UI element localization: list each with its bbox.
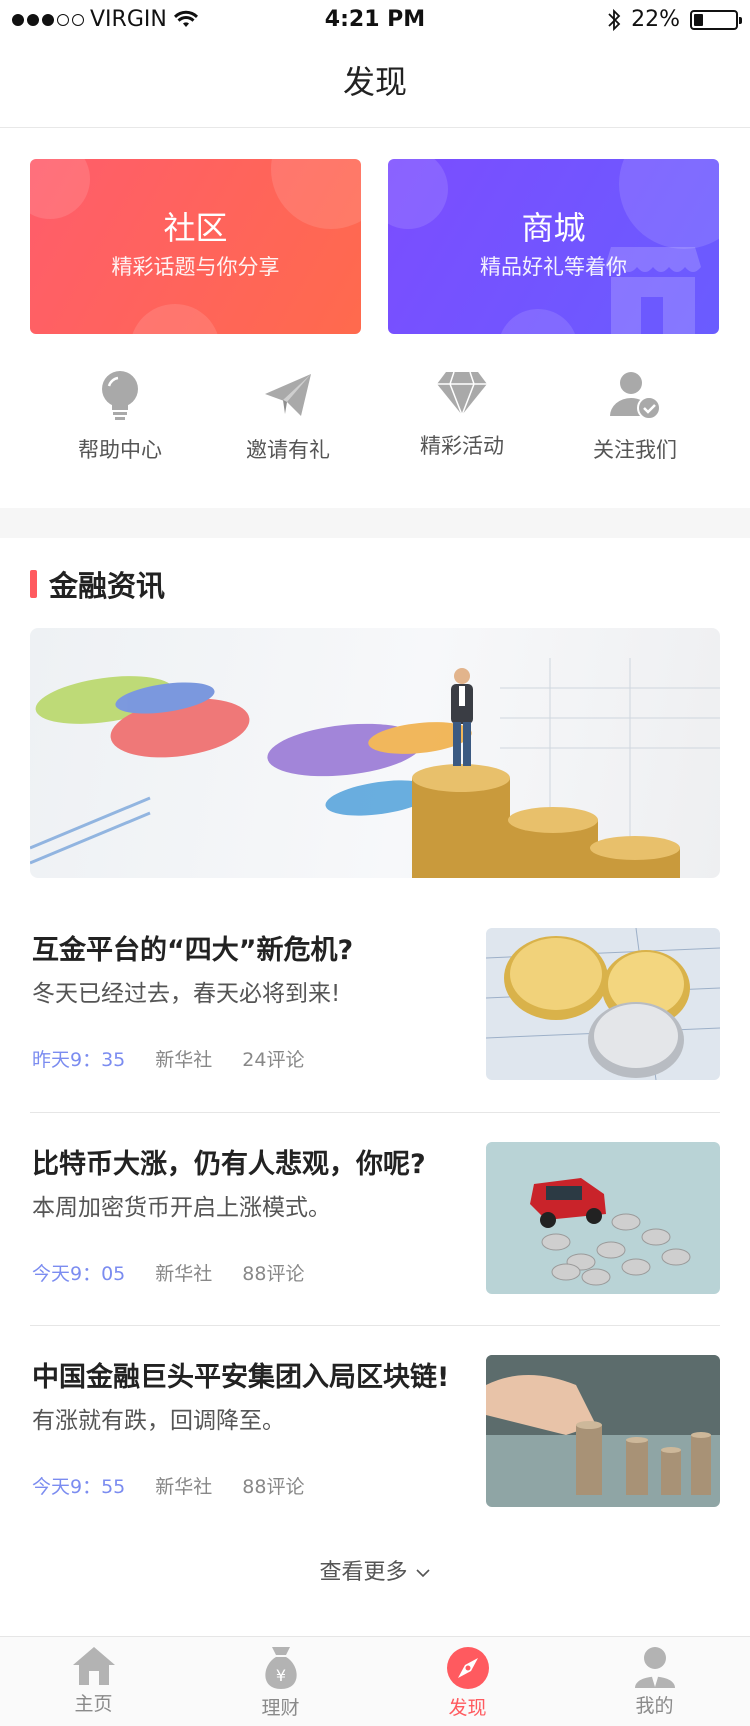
user-icon: [634, 1647, 675, 1688]
battery-icon: [690, 9, 742, 30]
news-comments: 88评论: [242, 1476, 305, 1498]
community-title: 社区: [163, 209, 228, 247]
nav-bar: 发现: [0, 40, 750, 128]
svg-text:¥: ¥: [275, 1666, 285, 1685]
tab-mine-label: 我的: [635, 1695, 674, 1717]
bluetooth-icon: [608, 8, 621, 31]
news-comments: 24评论: [242, 1049, 305, 1071]
news-desc: 冬天已经过去，春天必将到来!: [32, 981, 341, 1007]
tab-discover-label: 发现: [448, 1697, 487, 1719]
news-title: 中国金融巨头平安集团入局区块链!: [32, 1362, 450, 1393]
view-more-button[interactable]: 查看更多: [0, 1554, 750, 1586]
invite-label: 邀请有礼: [246, 438, 330, 462]
finance-hero-image[interactable]: [30, 628, 720, 878]
tab-bar: 主页 ¥ 理财 发现 我的: [0, 1636, 750, 1726]
tab-home[interactable]: 主页: [0, 1645, 187, 1716]
hero-illustration: [30, 658, 720, 878]
tab-finance[interactable]: ¥ 理财: [187, 1645, 374, 1720]
follow-us-entry[interactable]: 关注我们: [545, 370, 725, 464]
mall-card[interactable]: 商城 精品好礼等着你: [388, 159, 719, 334]
community-subtitle: 精彩话题与你分享: [111, 255, 280, 279]
page-title: 发现: [342, 63, 407, 101]
view-more-label: 查看更多: [319, 1560, 408, 1585]
news-source: 新华社: [155, 1049, 213, 1071]
tab-mine[interactable]: 我的: [561, 1645, 748, 1718]
news-separator: [30, 1112, 720, 1113]
user-check-icon: [610, 372, 661, 420]
status-bar: VIRGIN 4:21 PM 22%: [0, 0, 750, 40]
news-meta: 昨天9：35 新华社 24评论: [32, 1045, 304, 1072]
news-item[interactable]: 比特币大涨，仍有人悲观，你呢? 本周加密货币开启上涨模式。 今天9：05 新华社…: [30, 1142, 720, 1297]
news-title: 互金平台的“四大”新危机?: [32, 935, 354, 966]
help-center-label: 帮助中心: [78, 438, 162, 462]
news-thumbnail: [486, 928, 720, 1080]
follow-us-label: 关注我们: [593, 438, 677, 462]
news-title: 比特币大涨，仍有人悲观，你呢?: [32, 1149, 426, 1180]
mall-title: 商城: [521, 209, 586, 247]
news-desc: 本周加密货币开启上涨模式。: [32, 1195, 331, 1221]
activities-label: 精彩活动: [420, 434, 504, 458]
news-time: 今天9：55: [32, 1476, 126, 1498]
section-header: 金融资讯: [30, 564, 165, 604]
news-source: 新华社: [155, 1476, 213, 1498]
community-card[interactable]: 社区 精彩话题与你分享: [30, 159, 361, 334]
home-icon: [72, 1647, 115, 1685]
news-comments: 88评论: [242, 1263, 305, 1285]
news-meta: 今天9：55 新华社 88评论: [32, 1472, 304, 1499]
news-item[interactable]: 中国金融巨头平安集团入局区块链! 有涨就有跌，回调降至。 今天9：55 新华社 …: [30, 1355, 720, 1510]
news-time: 今天9：05: [32, 1263, 126, 1285]
news-meta: 今天9：05 新华社 88评论: [32, 1259, 304, 1286]
battery-percent: 22%: [631, 7, 680, 32]
tab-discover[interactable]: 发现: [374, 1645, 561, 1720]
section-accent-bar: [30, 570, 37, 598]
news-desc: 有涨就有跌，回调降至。: [32, 1408, 285, 1434]
status-right: 22%: [607, 7, 742, 32]
mall-subtitle: 精品好礼等着你: [480, 255, 627, 279]
news-time: 昨天9：35: [32, 1049, 126, 1071]
activities-entry[interactable]: 精彩活动: [372, 370, 552, 460]
tab-finance-label: 理财: [261, 1697, 300, 1719]
news-separator: [30, 1325, 720, 1326]
help-center-entry[interactable]: 帮助中心: [30, 370, 210, 464]
chevron-down-icon: [415, 1569, 430, 1578]
news-source: 新华社: [155, 1263, 213, 1285]
quick-entries: 帮助中心 邀请有礼 精彩活动 关注我们: [0, 370, 750, 480]
invite-entry[interactable]: 邀请有礼: [198, 370, 378, 464]
section-divider: [0, 508, 750, 538]
paper-plane-icon: [265, 374, 311, 416]
money-bag-icon: ¥: [264, 1647, 297, 1689]
news-item[interactable]: 互金平台的“四大”新危机? 冬天已经过去，春天必将到来! 昨天9：35 新华社 …: [30, 928, 720, 1083]
news-thumbnail: [486, 1142, 720, 1294]
tab-home-label: 主页: [74, 1693, 113, 1715]
diamond-icon: [437, 371, 487, 416]
news-thumbnail: [486, 1355, 720, 1507]
compass-icon: [446, 1647, 489, 1689]
section-title: 金融资讯: [49, 569, 166, 603]
lightbulb-icon: [102, 371, 138, 420]
